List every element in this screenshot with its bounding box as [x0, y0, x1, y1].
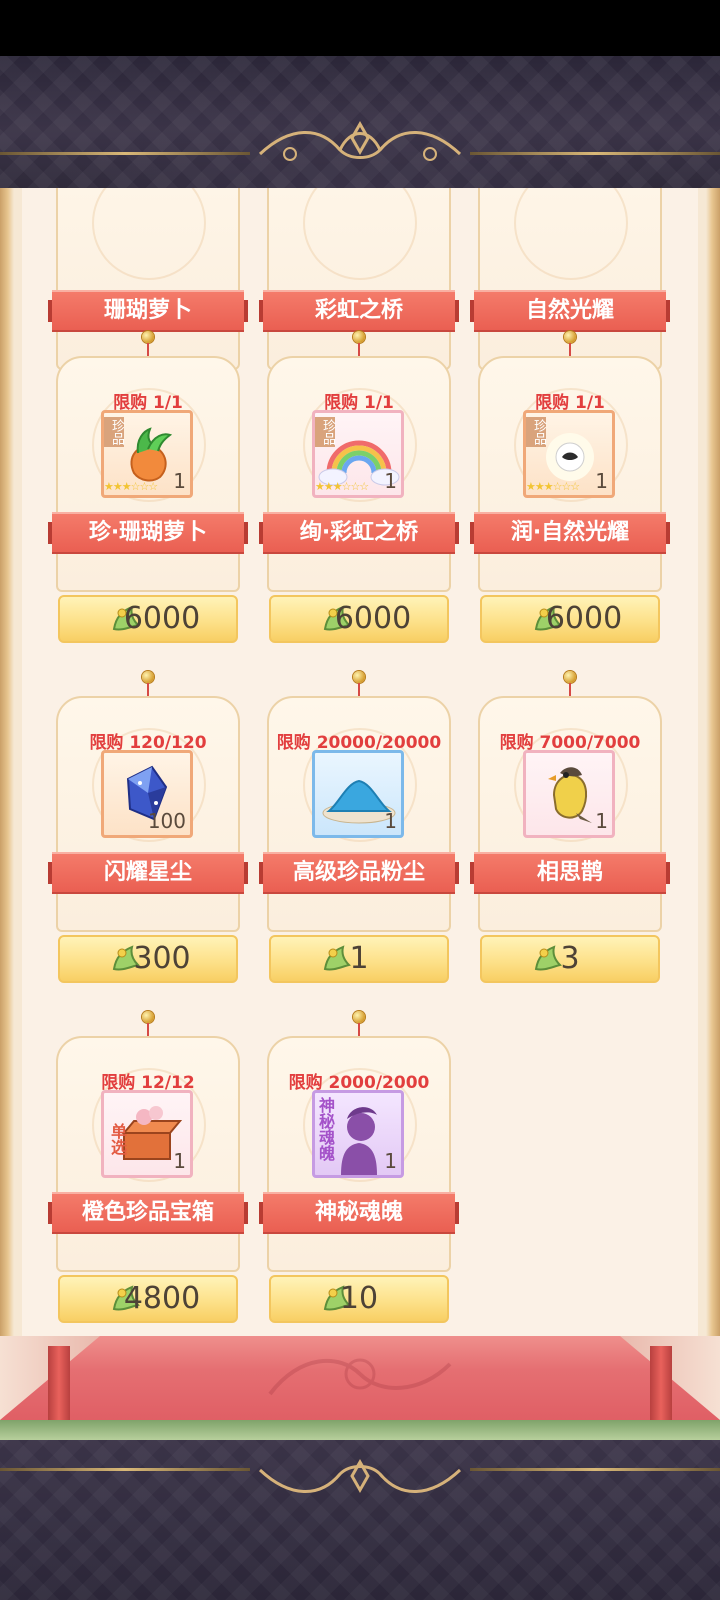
item-name: 相思鹊 — [470, 852, 670, 894]
price-value: 6000 — [545, 601, 623, 636]
shop-card-shining-stardust[interactable]: 限购 120/120 100 闪耀星尘 300 — [48, 671, 248, 983]
item-name: 橙色珍品宝箱 — [48, 1192, 248, 1234]
buy-button[interactable]: 300 — [58, 935, 238, 983]
grass-strip — [0, 1420, 720, 1440]
buy-button[interactable]: 3 — [480, 935, 660, 983]
price-value: 6000 — [334, 601, 412, 636]
red-carpet-floor — [0, 1336, 720, 1420]
buy-button[interactable]: 4800 — [58, 1275, 238, 1323]
item-slot[interactable]: 单选 1 — [101, 1090, 193, 1178]
price-value: 10 — [339, 1281, 379, 1316]
shop-card-magpie[interactable]: 限购 7000/7000 1 相思鹊 3 — [470, 671, 670, 983]
price-value: 300 — [133, 941, 191, 976]
ornament-icon — [258, 120, 462, 161]
buy-button[interactable]: 6000 — [269, 595, 449, 643]
pin-icon — [142, 1011, 154, 1023]
item-tag: 珍品 — [315, 417, 335, 447]
shop-card-rare-natural-radiance[interactable]: 限购 1/1 珍品 ★★★☆☆☆ 1 润·自然光耀 6000 — [470, 331, 670, 643]
star-rating-icon: ★★★☆☆☆ — [526, 480, 580, 493]
price-value: 3 — [560, 941, 580, 976]
item-slot[interactable]: 珍品 ★★★☆☆☆ 1 — [312, 410, 404, 498]
item-slot[interactable]: 珍品 ★★★☆☆☆ 1 — [523, 410, 615, 498]
price-value: 6000 — [123, 601, 201, 636]
item-name: 闪耀星尘 — [48, 852, 248, 894]
pin-icon — [564, 671, 576, 683]
item-slot[interactable]: 1 — [312, 750, 404, 838]
shop-grid[interactable]: 珊瑚萝卜 1800 彩虹之桥 1800 自然光耀 1800 限购 1/1 — [22, 188, 698, 1336]
item-quantity: 1 — [173, 469, 186, 493]
status-bar — [0, 0, 720, 56]
item-quantity: 100 — [147, 809, 186, 833]
price-value: 1 — [349, 941, 369, 976]
item-quantity: 1 — [384, 469, 397, 493]
item-slot[interactable]: 100 — [101, 750, 193, 838]
item-tag: 神秘魂魄 — [316, 1097, 335, 1161]
buy-button[interactable]: 1 — [269, 935, 449, 983]
item-name: 绚·彩虹之桥 — [259, 512, 459, 554]
item-slot[interactable]: 1 — [523, 750, 615, 838]
pillar-left — [48, 1346, 70, 1420]
item-tag: 珍品 — [104, 417, 124, 447]
shop-card-orange-chest[interactable]: 限购 12/12 单选 1 橙色珍品宝箱 4800 — [48, 1011, 248, 1323]
shop-card-rare-coral-carrot[interactable]: 限购 1/1 珍品 ★★★☆☆☆ 1 珍·珊瑚萝卜 6000 — [48, 331, 248, 643]
shop-card-rare-rainbow-bridge[interactable]: 限购 1/1 珍品 ★★★☆☆☆ 1 绚·彩虹之桥 6000 — [259, 331, 459, 643]
item-quantity: 1 — [384, 1149, 397, 1173]
item-quantity: 1 — [595, 469, 608, 493]
ornament-icon — [258, 1458, 462, 1494]
dragon-emblem-icon — [268, 1358, 452, 1396]
buy-button[interactable]: 6000 — [480, 595, 660, 643]
item-name: 高级珍品粉尘 — [259, 852, 459, 894]
price-value: 4800 — [123, 1281, 201, 1316]
item-name: 彩虹之桥 — [259, 290, 459, 332]
item-tag: 珍品 — [526, 417, 546, 447]
pin-icon — [564, 331, 576, 343]
buy-button[interactable]: 10 — [269, 1275, 449, 1323]
pin-icon — [353, 331, 365, 343]
buy-button[interactable]: 6000 — [58, 595, 238, 643]
item-name: 神秘魂魄 — [259, 1192, 459, 1234]
bottom-ornament-band — [0, 1440, 720, 1600]
item-name: 润·自然光耀 — [470, 512, 670, 554]
pin-icon — [353, 1011, 365, 1023]
pillar-right — [650, 1346, 672, 1420]
shop-card-advanced-dust[interactable]: 限购 20000/20000 1 高级珍品粉尘 1 — [259, 671, 459, 983]
item-slot[interactable]: 神秘魂魄 1 — [312, 1090, 404, 1178]
item-slot[interactable]: 珍品 ★★★☆☆☆ 1 — [101, 410, 193, 498]
item-tag: 单选 — [108, 1123, 127, 1155]
item-name: 自然光耀 — [470, 290, 670, 332]
pin-icon — [142, 331, 154, 343]
star-rating-icon: ★★★☆☆☆ — [315, 480, 369, 493]
item-name: 珍·珊瑚萝卜 — [48, 512, 248, 554]
item-quantity: 1 — [384, 809, 397, 833]
top-ornament-band — [0, 56, 720, 188]
star-rating-icon: ★★★☆☆☆ — [104, 480, 158, 493]
item-quantity: 1 — [595, 809, 608, 833]
item-name: 珊瑚萝卜 — [48, 290, 248, 332]
pin-icon — [142, 671, 154, 683]
shop-card-mystery-soul[interactable]: 限购 2000/2000 神秘魂魄 1 神秘魂魄 10 — [259, 1011, 459, 1323]
item-quantity: 1 — [173, 1149, 186, 1173]
pin-icon — [353, 671, 365, 683]
